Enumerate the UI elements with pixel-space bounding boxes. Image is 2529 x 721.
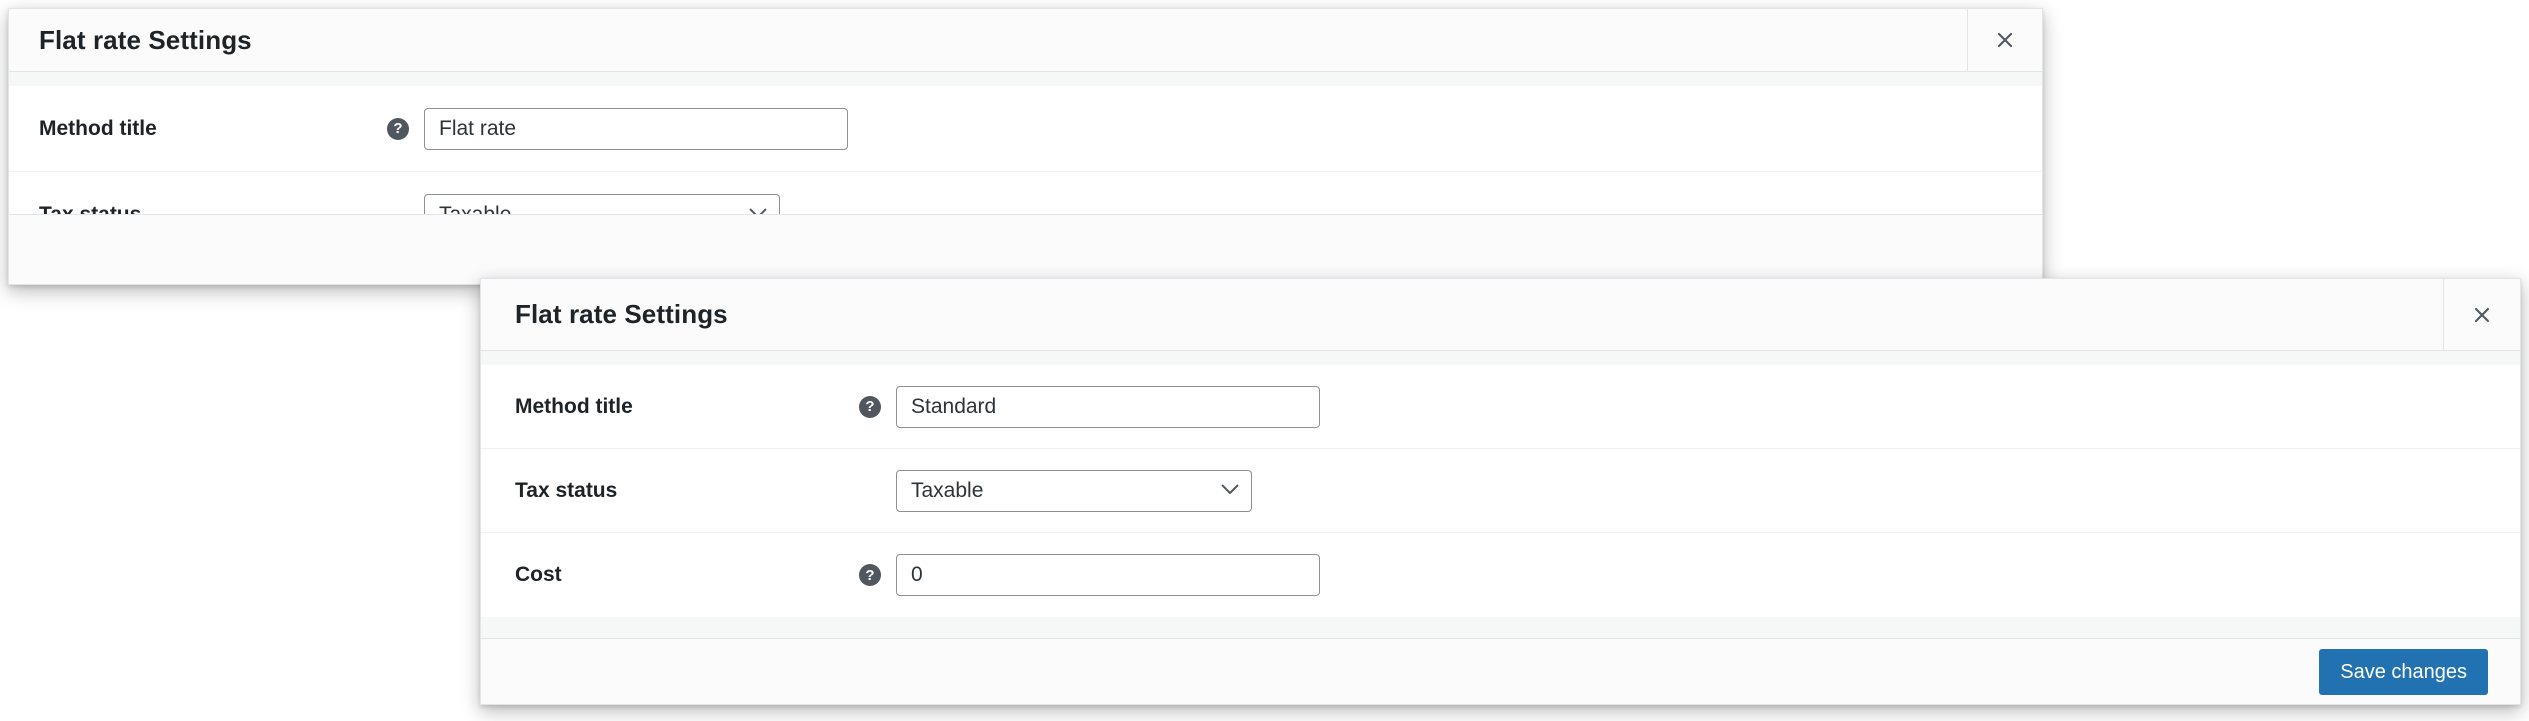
tax-status-select[interactable]: Taxable <box>424 193 780 214</box>
close-button[interactable] <box>2443 279 2520 350</box>
save-changes-button[interactable]: Save changes <box>2319 648 2488 695</box>
body-top-spacer <box>9 72 2042 86</box>
settings-form: Method title ? Tax status Taxable <box>481 365 2520 617</box>
close-icon <box>2471 304 2493 326</box>
modal-footer: Save changes <box>481 638 2520 704</box>
help-icon[interactable]: ? <box>859 395 881 418</box>
form-row-cost: Cost ? <box>481 533 2520 617</box>
help-icon[interactable]: ? <box>859 564 881 586</box>
form-row-tax-status: Tax status Taxable <box>9 172 2042 214</box>
cost-input[interactable] <box>896 554 1320 596</box>
label-method-title: Method title <box>515 394 633 418</box>
form-row-tax-status: Tax status Taxable <box>481 449 2520 533</box>
help-icon[interactable]: ? <box>387 117 409 140</box>
modal-body: Method title ? Tax status Taxable <box>481 351 2520 638</box>
flat-rate-settings-modal-front: Flat rate Settings Method title ? Standa… <box>480 278 2521 705</box>
modal-header: Flat rate Settings <box>9 9 2042 72</box>
form-row-method-title: Method title ? <box>9 86 2042 172</box>
label-tax-status: Tax status <box>515 478 618 502</box>
field-method-title: ? <box>859 385 2520 428</box>
close-icon <box>1994 29 2016 51</box>
label-tax-status: Tax status <box>39 202 142 215</box>
field-tax-status: Taxable <box>859 469 2520 512</box>
modal-title: Flat rate Settings <box>515 299 728 329</box>
settings-form: Method title ? Tax status Taxable <box>9 86 2042 214</box>
modal-header: Flat rate Settings <box>481 279 2520 351</box>
label-cost: Cost <box>515 563 562 586</box>
method-title-input[interactable] <box>424 107 848 150</box>
modal-body: Method title ? Tax status Taxable <box>9 72 2042 214</box>
field-tax-status: Taxable <box>387 193 2042 214</box>
flat-rate-settings-modal-back: Flat rate Settings Method title ? Flat r… <box>8 8 2043 285</box>
tax-status-select-value[interactable]: Taxable <box>424 193 780 214</box>
label-method-title: Method title <box>39 116 157 140</box>
tax-status-select-value[interactable]: Taxable <box>896 469 1252 512</box>
field-cost: ? <box>859 554 2520 596</box>
close-button[interactable] <box>1967 9 2042 71</box>
modal-title: Flat rate Settings <box>39 24 252 55</box>
body-top-spacer <box>481 351 2520 365</box>
form-row-method-title: Method title ? <box>481 365 2520 449</box>
method-title-input[interactable] <box>896 385 1320 428</box>
modal-footer <box>9 214 2042 284</box>
field-method-title: ? <box>387 107 2042 150</box>
tax-status-select[interactable]: Taxable <box>896 469 1252 512</box>
